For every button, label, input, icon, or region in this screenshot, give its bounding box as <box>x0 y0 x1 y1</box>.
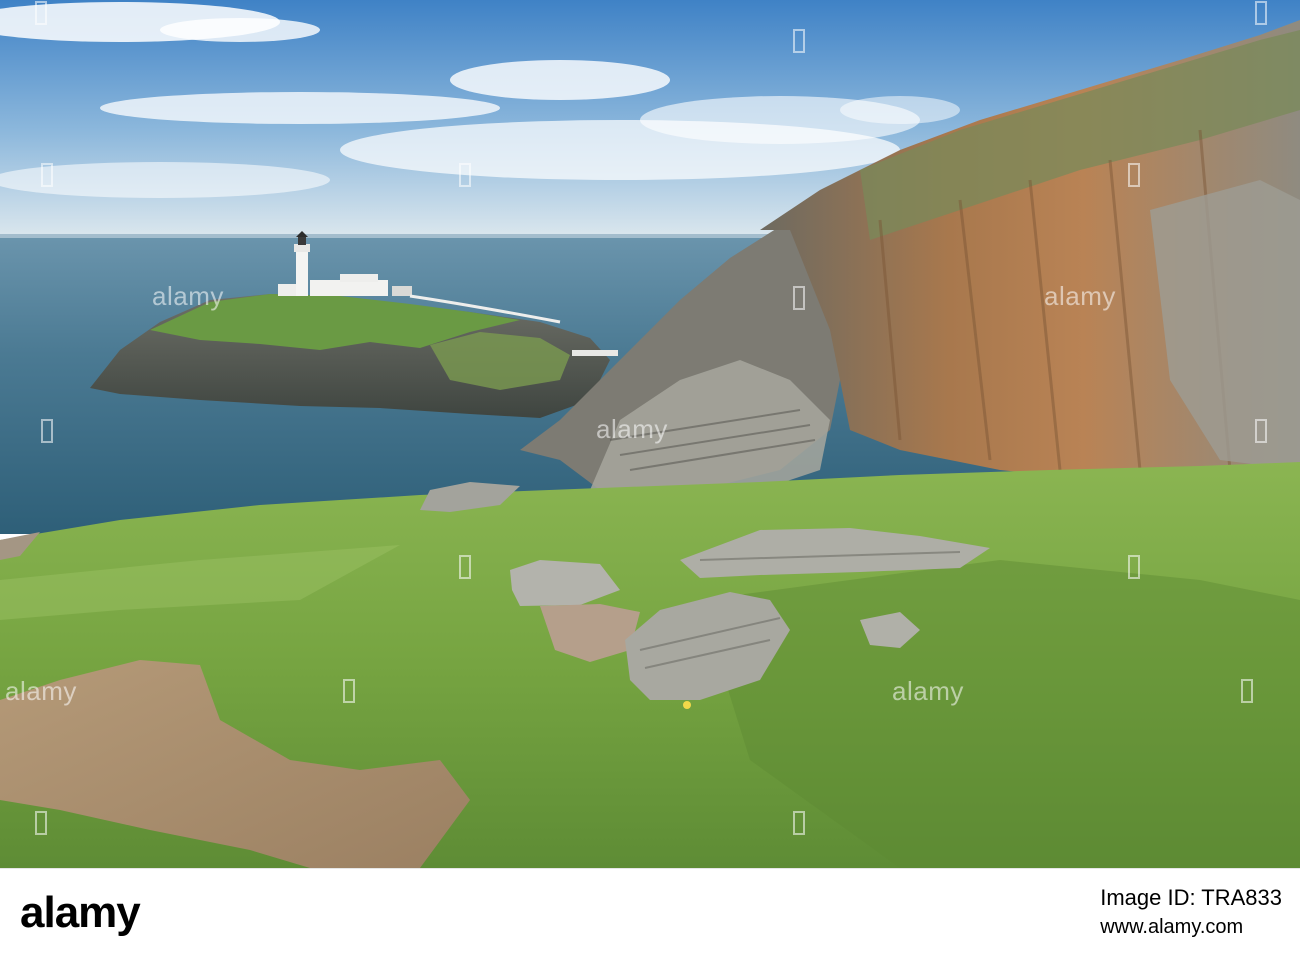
svg-text:alamy: alamy <box>1044 281 1116 311</box>
bridge <box>572 350 618 356</box>
alamy-logo[interactable]: alamy <box>20 887 141 939</box>
svg-text:alamy: alamy <box>5 676 77 706</box>
svg-text:alamy: alamy <box>892 676 964 706</box>
image-id-label: Image ID: TRA833 <box>1100 885 1282 910</box>
site-url-link[interactable]: www.alamy.com <box>1100 913 1282 941</box>
svg-text:alamy: alamy <box>152 281 224 311</box>
stock-photo: alamy alamy alamy alamy alamy <box>0 0 1300 868</box>
image-info: Image ID: TRA833 www.alamy.com <box>1100 883 1282 941</box>
stock-footer-bar: alamy Image ID: TRA833 www.alamy.com <box>0 868 1300 956</box>
coastal-landscape-image: alamy alamy alamy alamy alamy <box>0 0 1300 868</box>
svg-text:alamy: alamy <box>596 414 668 444</box>
